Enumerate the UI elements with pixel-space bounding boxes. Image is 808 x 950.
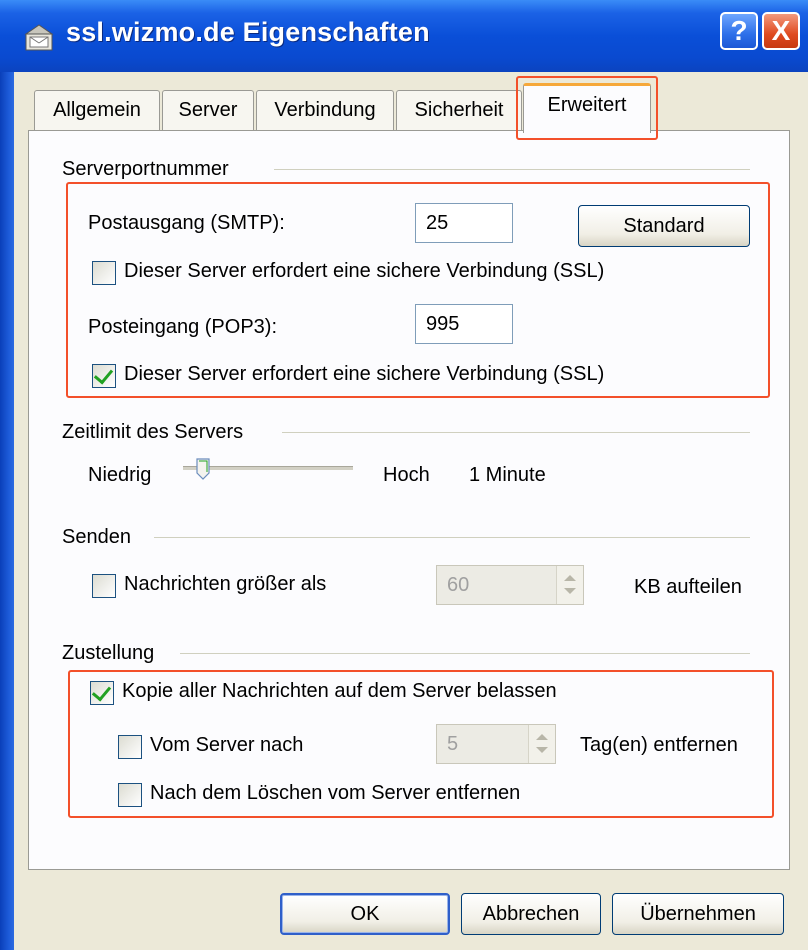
timeout-high-label: Hoch [383, 464, 430, 486]
split-size-spinner[interactable] [556, 566, 583, 604]
spin-up-icon [564, 575, 576, 581]
apply-button[interactable]: Übernehmen [612, 893, 784, 935]
close-icon: X [771, 15, 791, 46]
highlight-server-ports [66, 182, 770, 398]
title-bar[interactable]: ssl.wizmo.de Eigenschaften ? X [0, 0, 808, 72]
mail-account-icon [24, 24, 54, 51]
split-size-input[interactable]: 60 [436, 565, 584, 605]
highlight-delivery [68, 670, 774, 818]
split-messages-label: Nachrichten größer als [124, 573, 327, 595]
group-divider [154, 537, 750, 538]
group-label-send: Senden [62, 526, 131, 548]
spin-down-icon [564, 588, 576, 594]
timeout-slider-thumb[interactable] [196, 458, 210, 480]
tab-verbindung[interactable]: Verbindung [256, 90, 394, 130]
group-label-delivery: Zustellung [62, 642, 155, 664]
group-divider [282, 432, 750, 433]
ok-button[interactable]: OK [280, 893, 450, 935]
split-size-value: 60 [447, 574, 470, 596]
window-frame [0, 72, 14, 950]
properties-dialog: ssl.wizmo.de Eigenschaften ? X Allgemein… [0, 0, 808, 950]
timeout-low-label: Niedrig [88, 464, 152, 486]
group-label-server-ports: Serverportnummer [62, 158, 229, 180]
cancel-button[interactable]: Abbrechen [461, 893, 601, 935]
split-unit-label: KB aufteilen [634, 576, 742, 598]
split-messages-checkbox[interactable] [92, 574, 116, 598]
help-button[interactable]: ? [720, 12, 758, 50]
group-label-timeout: Zeitlimit des Servers [62, 421, 244, 443]
group-divider [180, 653, 750, 654]
close-button[interactable]: X [762, 12, 800, 50]
window-title: ssl.wizmo.de Eigenschaften [66, 17, 430, 47]
group-divider [274, 169, 750, 170]
timeout-value-label: 1 Minute [469, 464, 546, 486]
help-icon: ? [730, 15, 748, 46]
highlight-tab-erweitert [516, 76, 658, 140]
tab-allgemein[interactable]: Allgemein [34, 90, 160, 130]
tab-server[interactable]: Server [162, 90, 254, 130]
tab-sicherheit[interactable]: Sicherheit [396, 90, 522, 130]
